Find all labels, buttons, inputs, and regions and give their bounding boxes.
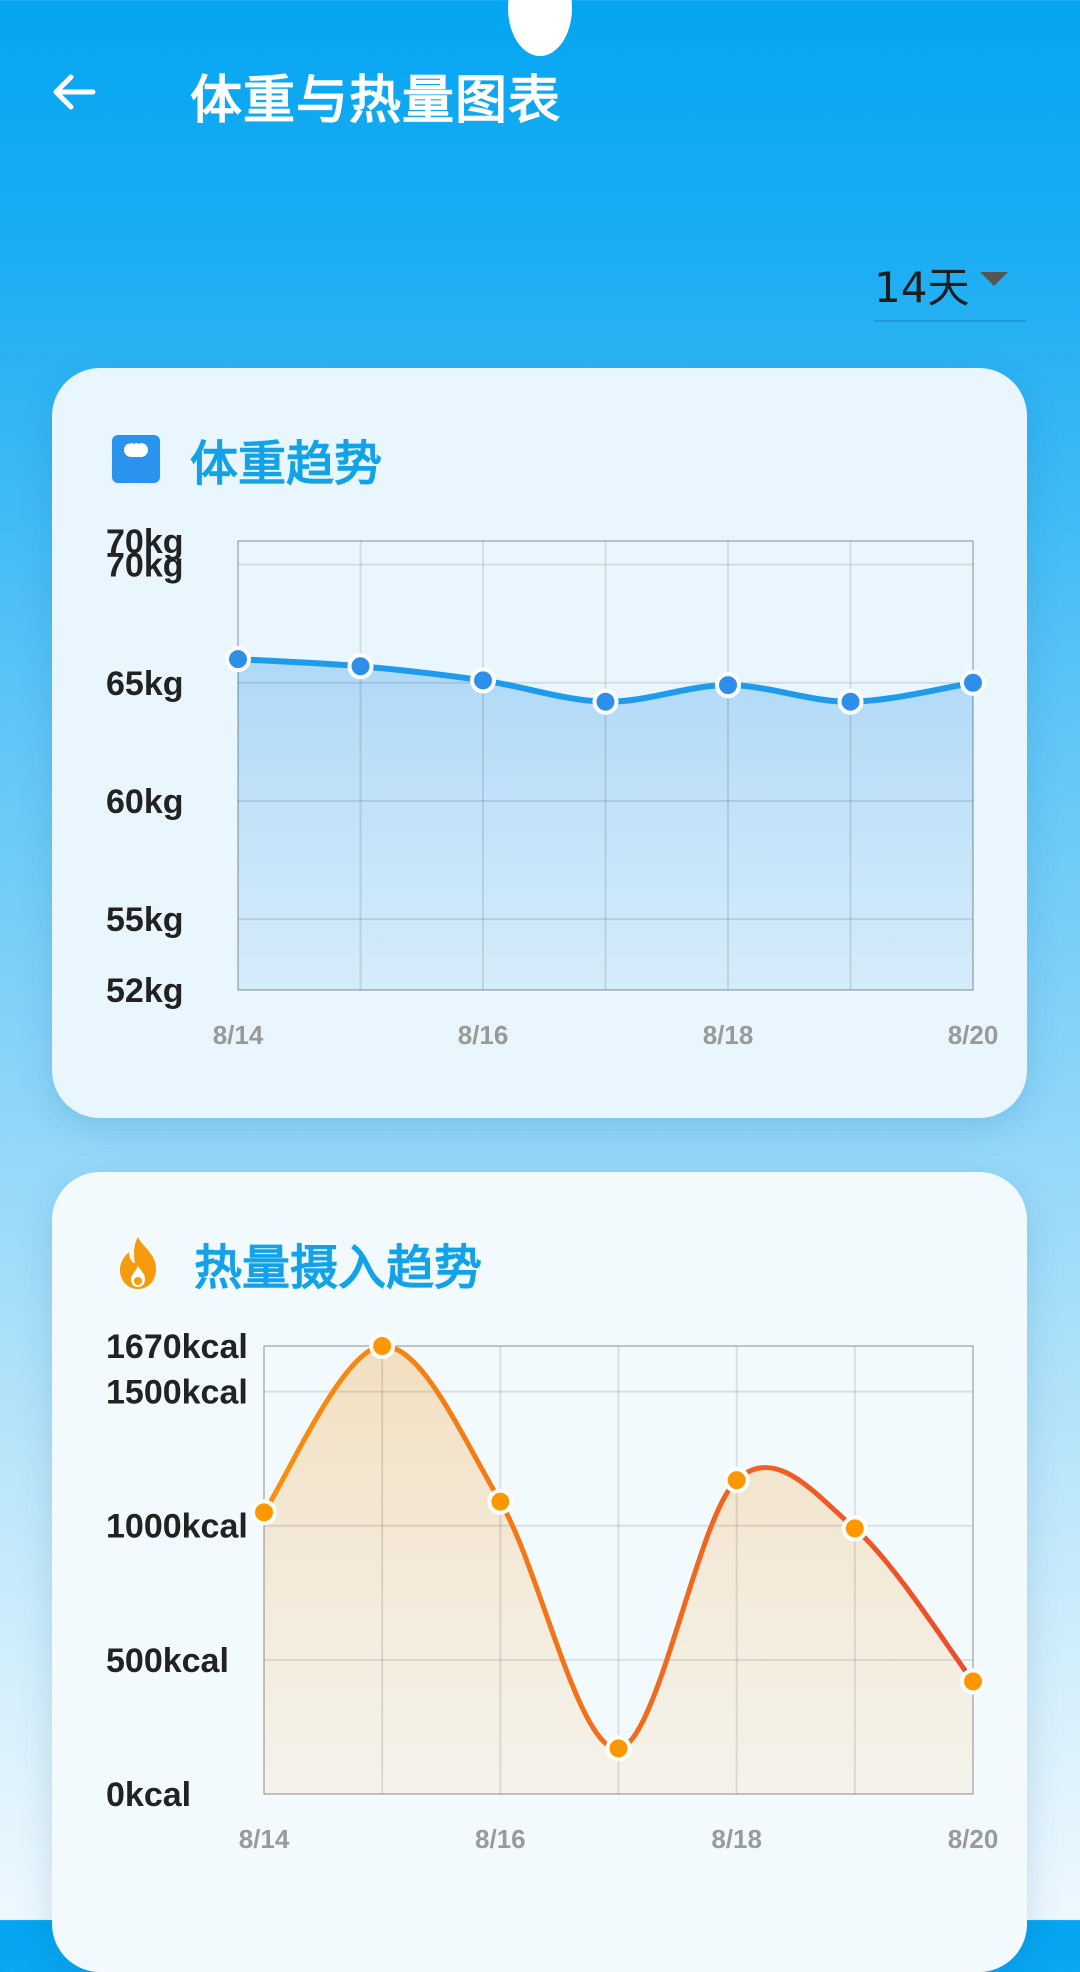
weight-trend-card: 体重趋势 70kg70kg65kg60kg55kg52kg8/148/168/1… xyxy=(52,368,1027,1118)
calorie-y-tick-label: 1000kcal xyxy=(106,1508,248,1546)
weight-chart: 70kg70kg65kg60kg55kg52kg8/14 8/16 8/18 8/20 xyxy=(106,523,999,1050)
calorie-data-point xyxy=(487,1488,514,1515)
range-dropdown[interactable]: 14天 xyxy=(874,250,1026,322)
weight-y-tick-label: 65kg xyxy=(106,665,184,703)
weight-data-point xyxy=(837,688,864,715)
back-button[interactable] xyxy=(44,62,104,122)
weight-data-point xyxy=(592,688,619,715)
calorie-data-point xyxy=(605,1735,632,1762)
calorie-x-tick-label: 8/16 xyxy=(475,1824,526,1854)
calorie-data-point xyxy=(723,1467,750,1494)
calorie-chart: 1670kcal 1500kcal 1000kcal 500kcal 0kcal 8/14… xyxy=(106,1328,999,1854)
arrow-left-icon xyxy=(53,74,96,110)
weight-data-point xyxy=(715,672,741,699)
weight-data-point xyxy=(470,667,496,694)
weight-y-tick-label: 70kg xyxy=(106,547,184,585)
calorie-x-tick-label: 8/20 xyxy=(948,1824,999,1854)
weight-data-point xyxy=(960,669,986,696)
weight-x-tick-label: 8/18 xyxy=(703,1020,754,1050)
calorie-x-tick-label: 8/14 xyxy=(239,1824,290,1854)
weight-y-tick-label: 55kg xyxy=(106,901,184,939)
calorie-data-point xyxy=(369,1333,396,1359)
calorie-x-tick-label: 8/18 xyxy=(711,1824,762,1854)
app-bar: 体重与热量图表 xyxy=(0,0,1080,180)
calorie-y-tick-label: 0kcal xyxy=(106,1776,191,1814)
calorie-trend-card: 热量摄入趋势 1670kcal 1500kcal 1000kcal 500kcal 0k… xyxy=(52,1172,1027,1972)
weight-y-tick-label: 60kg xyxy=(106,783,184,821)
calorie-y-tick-label: 1670kcal xyxy=(106,1328,248,1366)
weight-y-tick-label: 52kg xyxy=(106,972,184,1010)
calorie-data-point xyxy=(841,1515,868,1542)
weight-x-tick-label: 8/14 xyxy=(213,1020,264,1050)
calorie-data-point xyxy=(251,1499,277,1526)
page-title: 体重与热量图表 xyxy=(190,71,562,131)
weight-data-point xyxy=(347,653,374,680)
weight-x-tick-label: 8/16 xyxy=(458,1020,509,1050)
calorie-y-tick-label: 1500kcal xyxy=(106,1374,248,1412)
calorie-data-point xyxy=(960,1668,986,1695)
caret-down-icon xyxy=(980,272,1008,286)
calorie-y-tick-label: 500kcal xyxy=(106,1642,229,1680)
weight-data-point xyxy=(225,646,251,673)
range-dropdown-value: 14天 xyxy=(874,263,970,312)
weight-x-tick-label: 8/20 xyxy=(948,1020,999,1050)
